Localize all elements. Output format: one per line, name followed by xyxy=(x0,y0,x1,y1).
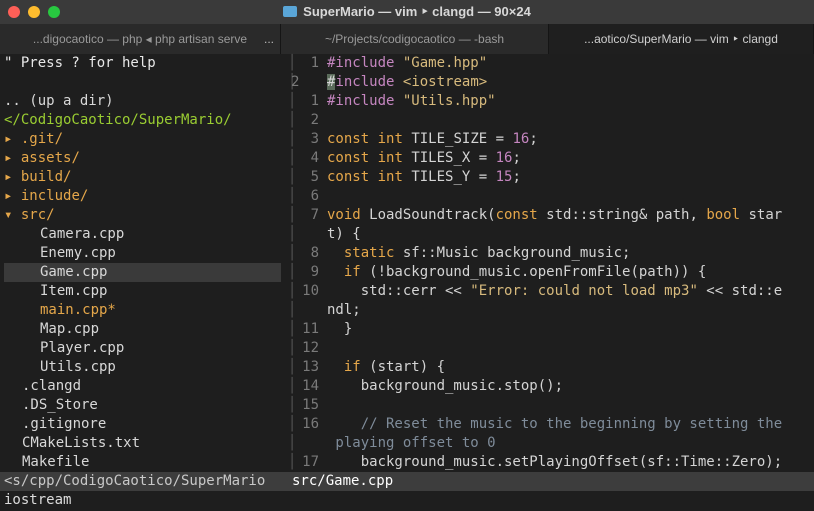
line-number: 16 xyxy=(302,416,319,432)
tree-root-path[interactable]: </CodigoCaotico/SuperMario/ xyxy=(4,111,280,130)
tree-item-clangd[interactable]: .clangd xyxy=(4,377,298,396)
code-line-4[interactable] xyxy=(327,111,814,130)
tree-collapsed-icon: ▸ xyxy=(4,131,13,147)
line-number: 2 xyxy=(310,112,319,128)
tree-collapsed-icon: ▸ xyxy=(4,150,13,166)
tree-collapsed-icon: ▸ xyxy=(4,188,13,204)
tree-status-line: <s/cpp/CodigoCaotico/SuperMario xyxy=(0,472,288,491)
tree-item-cmakelists[interactable]: CMakeLists.txt xyxy=(4,434,298,453)
tree-item-main[interactable]: main.cpp* xyxy=(4,301,316,320)
tree-expanded-icon: ▾ xyxy=(4,207,13,223)
tree-item-label: build/ xyxy=(20,169,72,185)
include-game: "Game.hpp" xyxy=(402,55,488,71)
tree-up-dir[interactable]: .. (up a dir) xyxy=(4,92,280,111)
line-number: 5 xyxy=(310,169,319,185)
tree-item-label: assets/ xyxy=(20,150,80,166)
line-number: 17 xyxy=(302,454,319,470)
tree-item-player[interactable]: Player.cpp xyxy=(4,339,316,358)
line-number xyxy=(289,225,319,244)
code-line-13[interactable]: } xyxy=(327,320,814,339)
title-bar: SuperMario — vim ‣ clangd — 90×24 xyxy=(0,0,814,24)
code-line-3[interactable]: #include "Utils.hpp" xyxy=(327,92,814,111)
code-line-1[interactable]: #include "Game.hpp" xyxy=(327,54,814,73)
line-number: 3 xyxy=(310,131,319,147)
tree-collapsed-icon: ▸ xyxy=(4,169,13,185)
code-line-18-wrap[interactable]: playing offset to 0 xyxy=(327,434,814,453)
tree-item-item[interactable]: Item.cpp xyxy=(4,282,316,301)
tree-item-src[interactable]: ▾ src/ xyxy=(4,206,280,225)
tab-label: ...aotico/SuperMario — vim ‣ clangd xyxy=(584,32,778,46)
window-title: SuperMario — vim ‣ clangd — 90×24 xyxy=(303,4,531,19)
code-line-12[interactable]: std::cerr << "Error: could not load mp3"… xyxy=(327,282,814,301)
line-number xyxy=(289,434,319,453)
code-line-9[interactable]: void LoadSoundtrack(const std::string& p… xyxy=(327,206,814,225)
line-number: 9 xyxy=(310,264,319,280)
code-line-5[interactable]: const int TILE_SIZE = 16; xyxy=(327,130,814,149)
code-line-2[interactable]: #include <iostream> xyxy=(327,73,814,92)
tab-label: ...digocaotico — php ◂ php artisan serve xyxy=(32,32,248,46)
line-number: 14 xyxy=(302,378,319,394)
window-title-wrap: SuperMario — vim ‣ clangd — 90×24 xyxy=(0,0,814,24)
line-number: 13 xyxy=(302,359,319,375)
tree-item-enemy[interactable]: Enemy.cpp xyxy=(4,244,316,263)
terminal-window: SuperMario — vim ‣ clangd — 90×24 ...dig… xyxy=(0,0,814,511)
tab-bar: ...digocaotico — php ◂ php artisan serve… xyxy=(0,24,814,54)
line-number: 7 xyxy=(310,207,319,223)
code-line-12-wrap[interactable]: ndl; xyxy=(327,301,814,320)
tree-item-map[interactable]: Map.cpp xyxy=(4,320,316,339)
tree-item-camera[interactable]: Camera.cpp xyxy=(4,225,316,244)
tab-bash[interactable]: ~/Projects/codigocaotico — -bash xyxy=(281,24,549,54)
code-line-14[interactable] xyxy=(327,339,814,358)
code-line-19[interactable]: background_music.setPlayingOffset(sf::Ti… xyxy=(327,453,814,472)
line-number: 8 xyxy=(310,245,319,261)
tree-item-gitignore[interactable]: .gitignore xyxy=(4,415,298,434)
tree-item-label: include/ xyxy=(20,188,89,204)
tab-label: ~/Projects/codigocaotico — -bash xyxy=(324,32,505,46)
code-line-9-wrap[interactable]: t) { xyxy=(327,225,814,244)
tree-item-label: src/ xyxy=(20,207,55,223)
code-line-16[interactable]: background_music.stop(); xyxy=(327,377,814,396)
tree-item-ds-store[interactable]: .DS_Store xyxy=(4,396,298,415)
line-number: 15 xyxy=(302,397,319,413)
line-number: 4 xyxy=(310,150,319,166)
tree-item-utils[interactable]: Utils.cpp xyxy=(4,358,316,377)
code-line-7[interactable]: const int TILES_Y = 15; xyxy=(327,168,814,187)
more-icon[interactable]: ... xyxy=(264,24,274,54)
tree-item-include[interactable]: ▸ include/ xyxy=(4,187,280,206)
code-line-17[interactable] xyxy=(327,396,814,415)
line-number xyxy=(289,301,319,320)
editor-status-line: src/Game.cpp xyxy=(288,472,814,491)
code-line-11[interactable]: if (!background_music.openFromFile(path)… xyxy=(327,263,814,282)
tab-php-artisan[interactable]: ...digocaotico — php ◂ php artisan serve… xyxy=(0,24,281,54)
tree-item-label: .git/ xyxy=(20,131,64,147)
line-number: 6 xyxy=(310,188,319,204)
tree-item-assets[interactable]: ▸ assets/ xyxy=(4,149,280,168)
code-line-18[interactable]: // Reset the music to the beginning by s… xyxy=(327,415,814,434)
tree-item-git[interactable]: ▸ .git/ xyxy=(4,130,280,149)
line-number: 11 xyxy=(302,321,319,337)
line-number: 2 xyxy=(291,74,300,90)
line-number: 10 xyxy=(302,283,319,299)
tab-vim[interactable]: ...aotico/SuperMario — vim ‣ clangd xyxy=(549,24,814,54)
tree-help-text: " Press ? for help xyxy=(4,55,156,71)
code-line-10[interactable]: static sf::Music background_music; xyxy=(327,244,814,263)
folder-icon xyxy=(283,6,298,17)
code-line-8[interactable] xyxy=(327,187,814,206)
tree-item-build[interactable]: ▸ build/ xyxy=(4,168,280,187)
line-number: 1 xyxy=(310,93,319,109)
tree-item-game[interactable]: Game.cpp xyxy=(4,263,316,282)
code-line-6[interactable]: const int TILES_X = 16; xyxy=(327,149,814,168)
command-line[interactable]: iostream xyxy=(4,491,71,510)
line-number: 12 xyxy=(302,340,319,356)
tree-item-makefile[interactable]: Makefile xyxy=(4,453,298,472)
line-number: 1 xyxy=(310,55,319,71)
terminal-content[interactable]: " Press ? for help .. (up a dir) </Codig… xyxy=(0,54,814,511)
code-line-15[interactable]: if (start) { xyxy=(327,358,814,377)
